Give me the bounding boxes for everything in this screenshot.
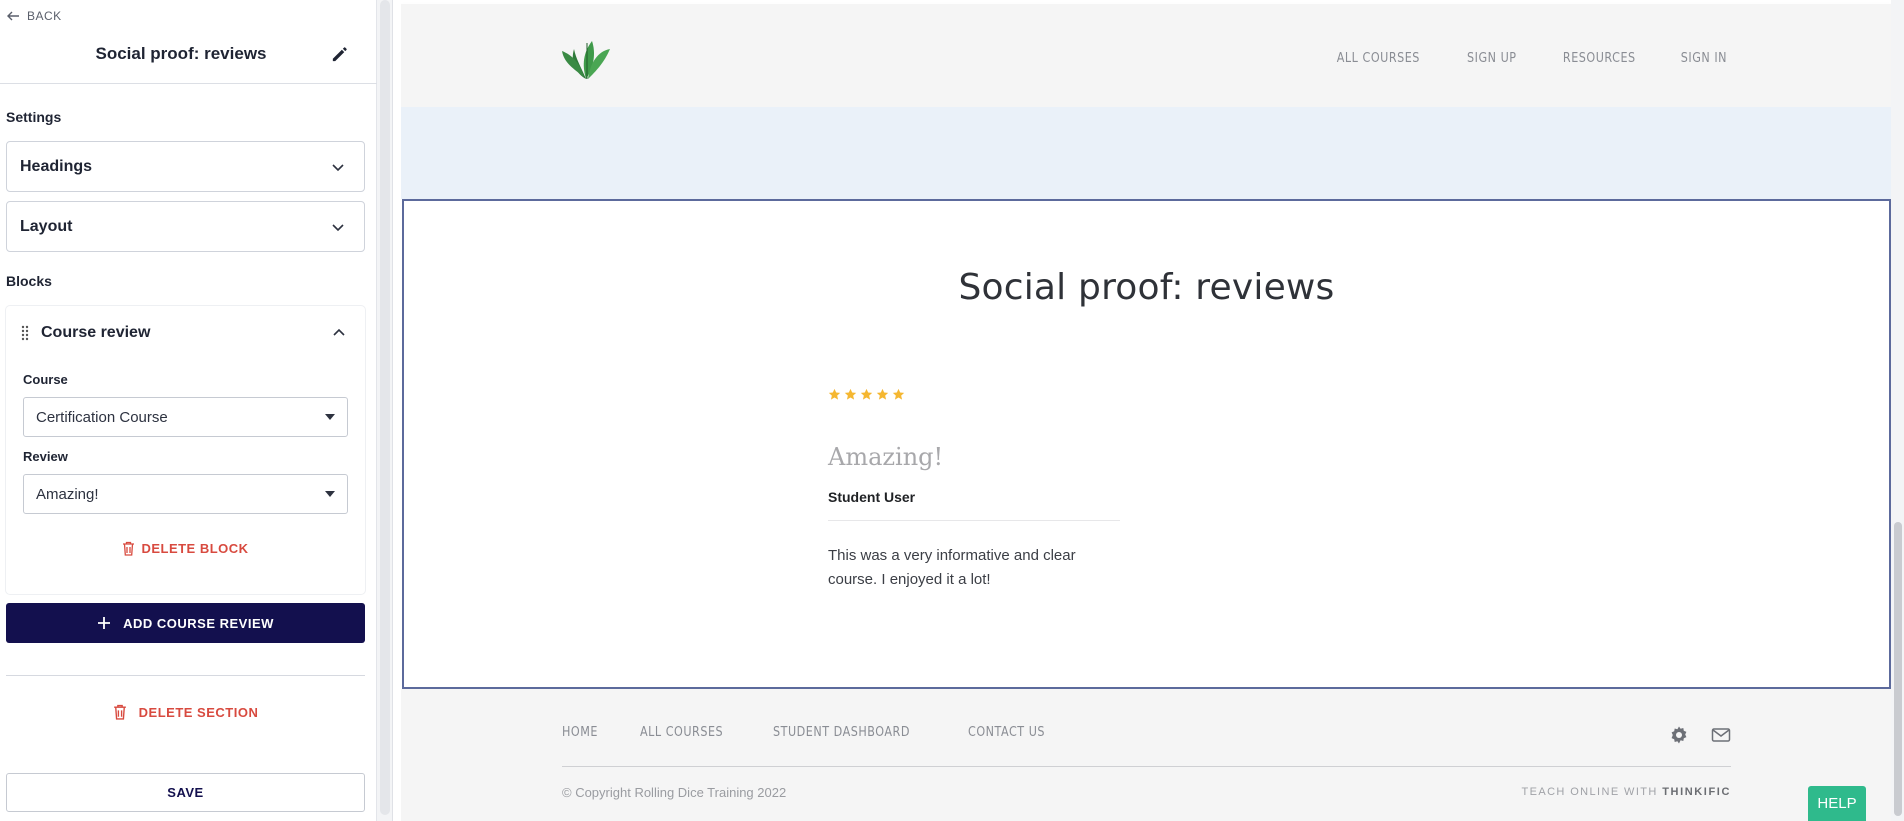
site-footer: HOME ALL COURSES STUDENT DASHBOARD CONTA…	[401, 689, 1891, 821]
delete-block-button[interactable]: DELETE BLOCK	[6, 538, 365, 558]
sidebar-scrollbar[interactable]	[380, 0, 390, 815]
divider	[6, 675, 365, 676]
caret-down-icon	[325, 414, 335, 420]
review-title: Amazing!	[828, 443, 944, 471]
star-icon	[844, 388, 857, 400]
course-select[interactable]: Certification Course	[23, 397, 348, 437]
footer-icons	[1669, 725, 1731, 745]
block-title: Course review	[41, 324, 151, 341]
review-select[interactable]: Amazing!	[23, 474, 348, 514]
chevron-down-icon	[332, 163, 344, 171]
footer-link-all-courses[interactable]: ALL COURSES	[640, 725, 723, 740]
footer-link-home[interactable]: HOME	[562, 725, 598, 740]
caret-down-icon	[325, 491, 335, 497]
arrow-left-icon	[7, 11, 19, 21]
copyright-text: © Copyright Rolling Dice Training 2022	[562, 785, 787, 800]
leaf-logo[interactable]	[562, 29, 612, 81]
star-icon	[876, 388, 889, 400]
delete-section-label: DELETE SECTION	[138, 704, 259, 720]
accordion-label: Headings	[20, 157, 93, 175]
star-icon	[892, 388, 905, 400]
trash-icon	[113, 704, 126, 720]
divider	[828, 520, 1120, 521]
star-icon	[828, 388, 841, 400]
star-rating	[828, 388, 905, 401]
course-value: Certification Course	[36, 408, 168, 426]
review-author: Student User	[828, 489, 916, 505]
footer-link-contact-us[interactable]: CONTACT US	[968, 725, 1045, 740]
trash-icon	[123, 541, 135, 556]
help-button[interactable]: HELP	[1808, 786, 1866, 821]
chevron-down-icon	[332, 223, 344, 231]
gear-icon[interactable]	[1669, 725, 1689, 745]
drag-handle-icon[interactable]	[20, 325, 30, 341]
review-label: Review	[23, 449, 68, 464]
accordion-label: Layout	[20, 217, 73, 235]
site-header: ALL COURSES SIGN UP RESOURCES SIGN IN	[401, 4, 1891, 107]
delete-section-button[interactable]: DELETE SECTION	[0, 702, 371, 722]
add-label: ADD COURSE REVIEW	[123, 615, 274, 631]
reviews-section[interactable]: Social proof: reviews Amazing! Student U…	[402, 199, 1891, 689]
site-nav: ALL COURSES SIGN UP RESOURCES SIGN IN	[1330, 51, 1731, 66]
powered-prefix: TEACH ONLINE WITH	[1521, 786, 1658, 798]
divider	[0, 83, 377, 84]
star-icon	[860, 388, 873, 400]
mail-icon[interactable]	[1711, 725, 1731, 745]
footer-nav: HOME ALL COURSES STUDENT DASHBOARD CONTA…	[562, 725, 1057, 740]
site-preview: ALL COURSES SIGN UP RESOURCES SIGN IN So…	[401, 0, 1891, 821]
review-value: Amazing!	[36, 485, 99, 503]
nav-all-courses[interactable]: ALL COURSES	[1337, 51, 1420, 66]
block-header[interactable]: Course review	[6, 306, 365, 360]
section-title: Social proof: reviews	[95, 44, 267, 63]
powered-brand: THINKIFIC	[1662, 786, 1731, 798]
nav-resources[interactable]: RESOURCES	[1563, 51, 1636, 66]
save-button[interactable]: SAVE	[6, 773, 365, 812]
editor-sidebar: BACK Social proof: reviews Settings Head…	[0, 0, 377, 821]
review-body: This was a very informative and clear co…	[828, 547, 1076, 588]
divider	[562, 766, 1731, 767]
block-card: Course review Course Certification Cours…	[6, 306, 365, 594]
banner-band	[401, 107, 1891, 199]
accordion-headings[interactable]: Headings	[6, 141, 365, 192]
powered-by[interactable]: TEACH ONLINE WITH THINKIFIC	[1521, 786, 1731, 798]
nav-sign-in[interactable]: SIGN IN	[1681, 51, 1727, 66]
blocks-label: Blocks	[6, 273, 52, 289]
footer-link-student-dashboard[interactable]: STUDENT DASHBOARD	[773, 725, 910, 740]
accordion-layout[interactable]: Layout	[6, 201, 365, 252]
reviews-heading: Social proof: reviews	[958, 267, 1335, 308]
back-link[interactable]: BACK	[6, 8, 62, 24]
settings-label: Settings	[6, 109, 62, 125]
pencil-icon[interactable]	[330, 45, 349, 64]
delete-block-label: DELETE BLOCK	[141, 540, 249, 556]
page-scrollbar[interactable]	[1894, 522, 1902, 816]
back-label: BACK	[27, 9, 62, 23]
plus-icon	[98, 617, 111, 629]
chevron-up-icon[interactable]	[331, 325, 347, 341]
course-label: Course	[23, 372, 68, 387]
nav-sign-up[interactable]: SIGN UP	[1467, 51, 1517, 66]
add-course-review-button[interactable]: ADD COURSE REVIEW	[6, 603, 365, 643]
